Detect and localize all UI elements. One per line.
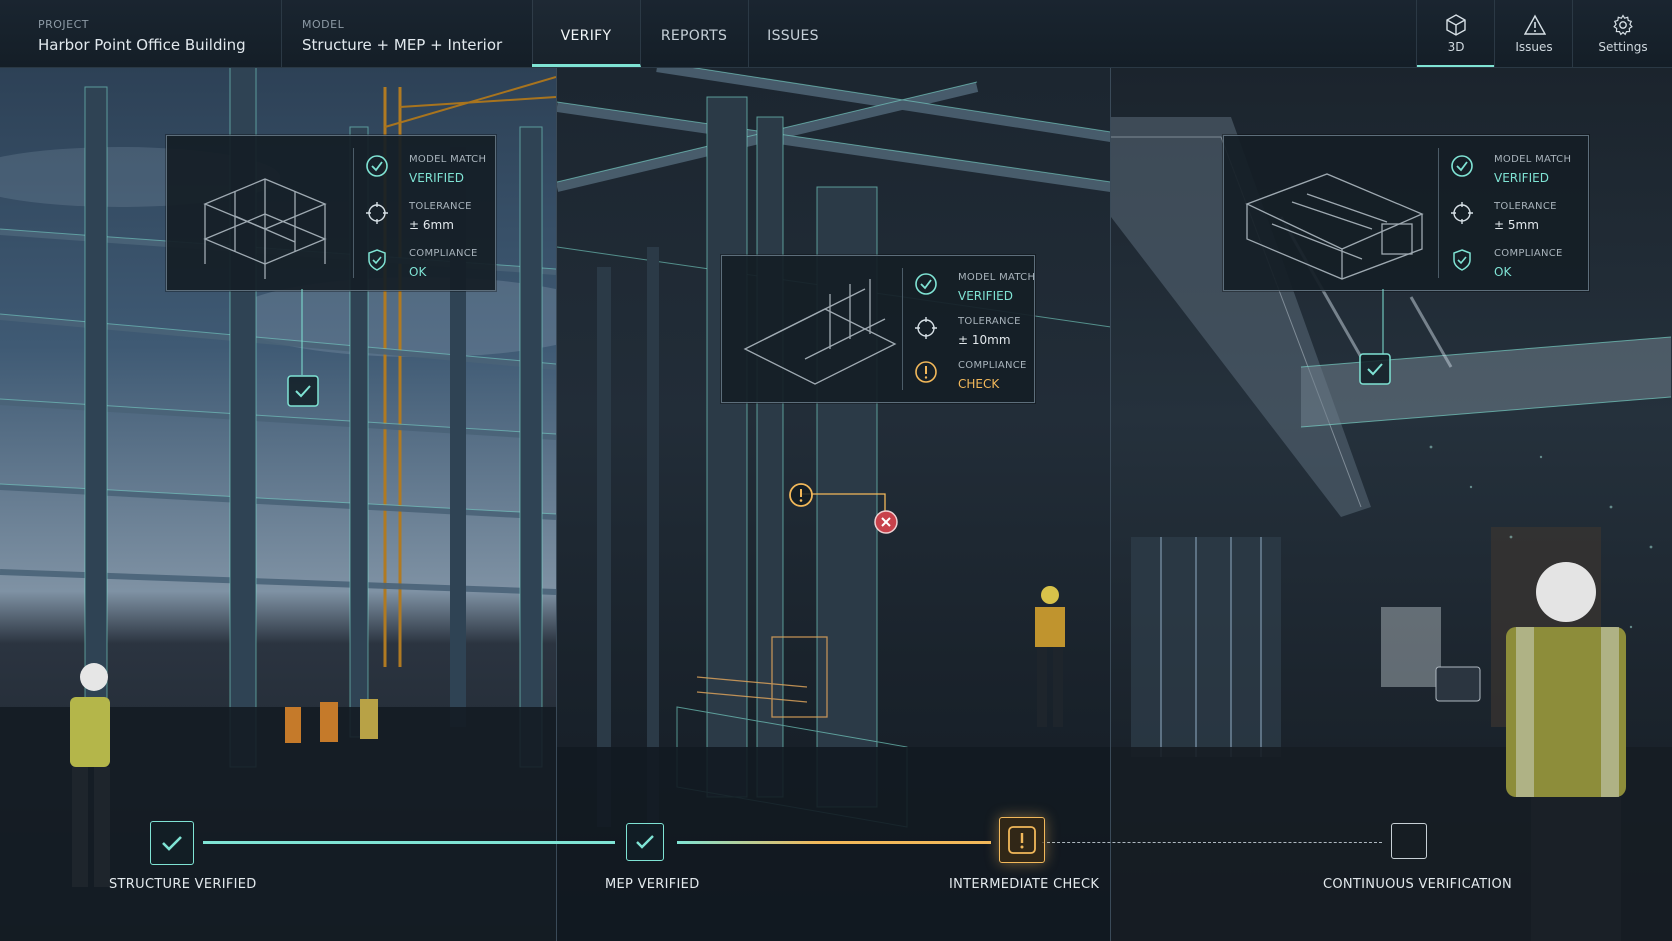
compliance-value: OK [1494, 265, 1512, 279]
check-circle-icon [366, 155, 388, 177]
crosshair-icon [366, 202, 388, 224]
project-label: PROJECT [38, 18, 90, 31]
warning-marker[interactable] [787, 481, 815, 513]
verified-anchor-marker[interactable] [1359, 353, 1391, 389]
tab-issues[interactable]: ISSUES [748, 0, 838, 67]
warning-circle-icon [915, 361, 937, 383]
settings-button[interactable]: Settings [1572, 0, 1672, 67]
progress-line-structure-mep [203, 841, 615, 844]
tolerance-value: ± 6mm [409, 218, 454, 232]
exclamation-icon [1008, 826, 1036, 854]
view-3d-label: 3D [1447, 40, 1465, 54]
checkmark-icon [162, 836, 182, 851]
model-label: MODEL [302, 18, 345, 31]
step-intermediate-check[interactable] [999, 817, 1045, 863]
interior-model-thumbnail [1245, 173, 1424, 280]
model-match-label: MODEL MATCH [1494, 154, 1572, 165]
checkmark-icon [636, 835, 654, 849]
card-connector-line [1382, 289, 1384, 355]
crosshair-icon [915, 317, 937, 339]
error-marker[interactable] [873, 509, 899, 539]
model-match-value: VERIFIED [409, 171, 464, 185]
model-match-value: VERIFIED [1494, 171, 1549, 185]
progress-line-mep-check [677, 841, 991, 844]
step-label-mep: MEP VERIFIED [605, 877, 700, 892]
gear-icon [1613, 14, 1633, 36]
compliance-value: OK [409, 265, 427, 279]
shield-check-icon [1453, 249, 1471, 271]
step-label-continuous: CONTINUOUS VERIFICATION [1323, 877, 1513, 892]
model-match-label: MODEL MATCH [409, 154, 487, 165]
check-circle-icon [915, 273, 937, 295]
tab-verify[interactable]: VERIFY [532, 0, 641, 67]
tolerance-label: TOLERANCE [1494, 201, 1557, 212]
tolerance-label: TOLERANCE [958, 316, 1021, 327]
step-structure-verified[interactable] [150, 821, 194, 865]
verified-anchor-marker[interactable] [287, 375, 319, 411]
verification-progress-bar: STRUCTURE VERIFIED MEP VERIFIED INTERMED… [0, 790, 1672, 910]
warning-triangle-icon [1524, 14, 1546, 35]
cube-icon [1446, 14, 1466, 36]
settings-button-label: Settings [1598, 40, 1648, 54]
progress-line-check-continuous [1042, 842, 1382, 843]
step-continuous-verification[interactable] [1391, 823, 1427, 859]
check-circle-icon [1451, 155, 1473, 177]
structure-info-card: MODEL MATCH VERIFIED TOLERANCE ± 6mm COM… [166, 135, 496, 291]
issues-button-label: Issues [1515, 40, 1553, 54]
model-selector[interactable]: MODEL Structure + MEP + Interior [281, 0, 533, 67]
model-name: Structure + MEP + Interior [302, 36, 503, 54]
step-label-structure: STRUCTURE VERIFIED [109, 877, 257, 892]
mep-info-card: MODEL MATCH VERIFIED TOLERANCE ± 10mm CO… [721, 255, 1035, 403]
compliance-label: COMPLIANCE [1494, 248, 1563, 259]
compliance-value: CHECK [958, 377, 1000, 391]
tolerance-value: ± 10mm [958, 333, 1011, 347]
compliance-label: COMPLIANCE [409, 248, 478, 259]
shield-check-icon [368, 249, 386, 271]
empty-square-icon [1392, 824, 1426, 858]
step-label-intermediate: INTERMEDIATE CHECK [949, 877, 1100, 892]
check-square-icon [287, 375, 319, 407]
structure-model-thumbnail [203, 178, 327, 279]
tolerance-value: ± 5mm [1494, 218, 1539, 232]
compliance-label: COMPLIANCE [958, 360, 1027, 371]
interior-info-card: MODEL MATCH VERIFIED TOLERANCE ± 5mm COM… [1223, 135, 1589, 291]
model-match-label: MODEL MATCH [958, 272, 1036, 283]
view-3d-button[interactable]: 3D [1416, 0, 1495, 67]
project-selector[interactable]: PROJECT Harbor Point Office Building [0, 0, 282, 67]
error-x-icon [874, 510, 898, 534]
top-header: PROJECT Harbor Point Office Building MOD… [0, 0, 1672, 68]
model-match-value: VERIFIED [958, 289, 1013, 303]
crosshair-icon [1451, 202, 1473, 224]
mep-model-thumbnail [743, 279, 897, 385]
project-name: Harbor Point Office Building [38, 36, 246, 54]
tab-reports[interactable]: REPORTS [640, 0, 749, 67]
step-mep-verified[interactable] [626, 823, 664, 861]
issues-button[interactable]: Issues [1494, 0, 1573, 67]
check-square-icon [1359, 353, 1391, 385]
exclamation-circle-icon [789, 483, 813, 507]
tolerance-label: TOLERANCE [409, 201, 472, 212]
